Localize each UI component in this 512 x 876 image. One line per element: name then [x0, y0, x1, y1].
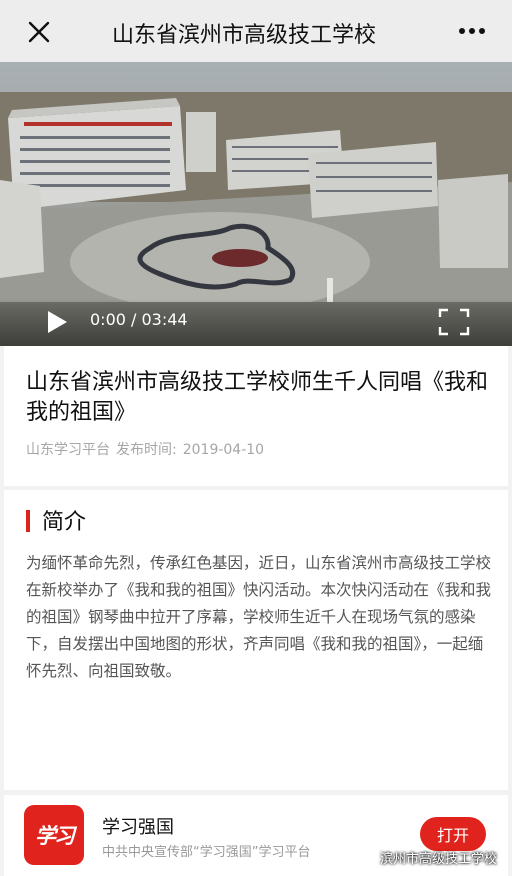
- app-logo: 学习: [24, 805, 84, 865]
- intro-text: 为缅怀革命先烈，传承红色基因，近日，山东省滨州市高级技工学校在新校举办了《我和我…: [26, 554, 492, 680]
- publish-date: 2019-04-10: [182, 442, 265, 458]
- video-time: 0:00 / 03:44: [90, 310, 188, 329]
- page-title: 山东省滨州市高级技工学校: [112, 23, 377, 48]
- video-controls: [0, 298, 512, 346]
- article-source: 山东学习平台: [26, 442, 110, 458]
- more-icon[interactable]: [458, 26, 486, 36]
- app-description: 中共中央宣传部“学习强国”学习平台: [102, 845, 311, 860]
- article-header: 山东省滨州市高级技工学校师生千人同唱《我和我的祖国》 山东学习平台 发布时间: 20…: [4, 346, 508, 486]
- video-player[interactable]: 0:00 / 03:44: [0, 62, 512, 346]
- logo-text: 学习: [35, 824, 75, 848]
- wechat-icon: [360, 851, 376, 863]
- app-name: 学习强国: [102, 817, 174, 838]
- top-bar: 山东省滨州市高级技工学校: [0, 0, 512, 62]
- fullscreen-icon[interactable]: [438, 308, 470, 336]
- intro-heading: 简介: [42, 510, 87, 535]
- intro-section: 简介 为缅怀革命先烈，传承红色基因，近日，山东省滨州市高级技工学校在新校举办了《…: [4, 490, 508, 790]
- article-meta: 山东学习平台 发布时间: 2019-04-10: [26, 439, 270, 459]
- article-title: 山东省滨州市高级技工学校师生千人同唱《我和我的祖国》: [26, 370, 489, 425]
- publish-label: 发布时间:: [116, 442, 177, 458]
- section-marker: [26, 510, 30, 532]
- open-app-button[interactable]: 打开: [420, 817, 486, 851]
- watermark: 滨州市高级技工学校: [360, 848, 497, 867]
- close-icon[interactable]: [26, 19, 52, 45]
- watermark-text: 滨州市高级技工学校: [380, 852, 498, 867]
- play-icon[interactable]: [46, 310, 68, 334]
